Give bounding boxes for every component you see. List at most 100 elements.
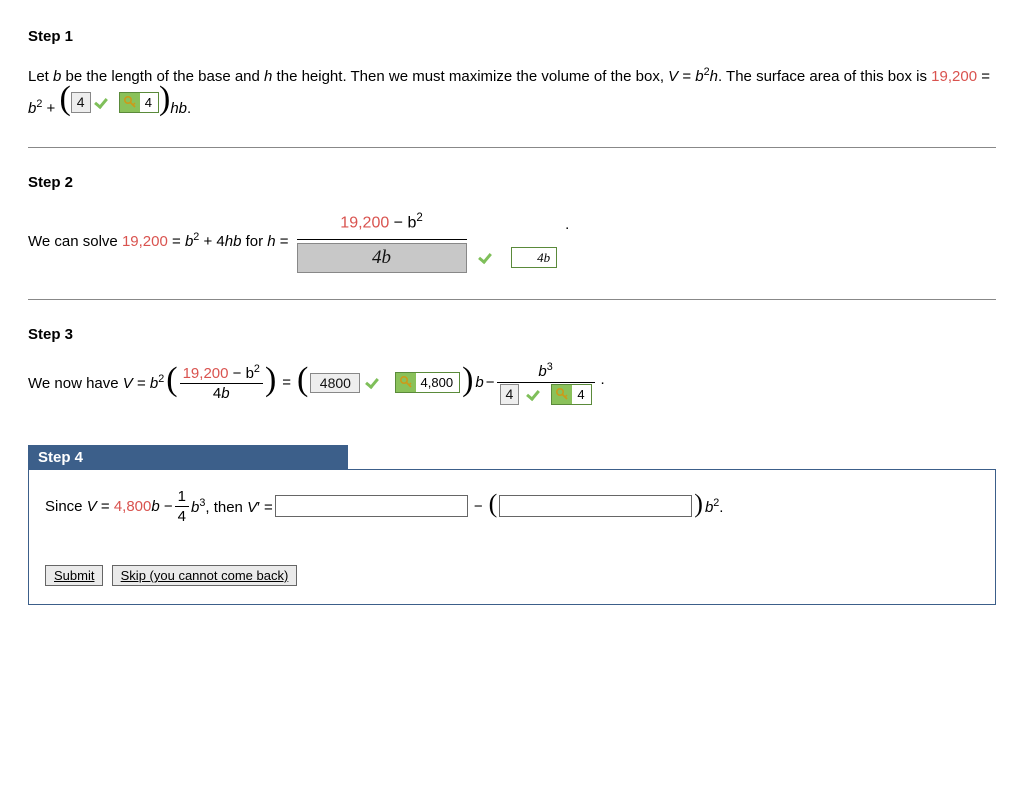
skip-button[interactable]: Skip (you cannot come back) — [112, 565, 298, 586]
s3-text: We now have — [28, 375, 123, 392]
s3-num-exp: 2 — [254, 363, 260, 375]
s3-frac2-den: 4 4 — [497, 382, 595, 405]
s1-eq2: = — [977, 68, 990, 85]
s3-key-2-val: 4 — [572, 385, 590, 404]
s2-numerator: 19,200 − b2 — [297, 209, 467, 241]
s3-dot: . — [601, 367, 605, 393]
s2-eq: = — [168, 233, 185, 250]
s2-eq2: = — [276, 233, 289, 250]
open-paren-icon: ( — [297, 368, 308, 392]
s4-minus: − — [160, 498, 173, 515]
open-paren-icon: ( — [489, 495, 498, 513]
check-icon — [526, 387, 544, 402]
s4-val: 4,800 — [114, 498, 152, 515]
check-icon — [365, 375, 383, 390]
s1-V: V — [668, 68, 678, 85]
step-4-title-bar: Step 4 — [28, 445, 348, 470]
s1-h2: h — [710, 68, 718, 85]
s4-frac-num: 1 — [175, 488, 189, 506]
s3-key-1-val: 4,800 — [416, 373, 460, 392]
s4-input-1[interactable] — [275, 495, 468, 517]
step-1: Step 1 Let b be the length of the base a… — [28, 28, 996, 121]
s3-sup2: 2 — [158, 373, 164, 385]
submit-button[interactable]: Submit — [45, 565, 103, 586]
s4-b: b — [151, 498, 159, 515]
step-1-title: Step 1 — [28, 28, 996, 45]
s2-key[interactable]: 4b — [511, 247, 557, 268]
check-icon — [94, 95, 112, 110]
s3-eq: = — [133, 375, 150, 392]
s4-mid-minus: − — [474, 498, 483, 515]
s2-text: We can solve — [28, 233, 122, 250]
close-paren-icon: ) — [159, 87, 170, 111]
s1-key-1-val: 4 — [140, 93, 158, 112]
open-paren-icon: ( — [166, 368, 177, 392]
s3-b: b — [150, 375, 158, 392]
s1-input-1[interactable]: 4 — [71, 92, 91, 113]
s3-frac1-num: 19,200 − b2 — [180, 363, 263, 383]
s3-f2-exp: 3 — [547, 361, 553, 373]
check-icon — [478, 250, 496, 265]
s3-eq2: = — [282, 370, 291, 396]
s2-dot: . — [565, 212, 569, 238]
step-1-content: Let b be the length of the base and h th… — [28, 63, 996, 121]
s1-sa-value: 19,200 — [931, 68, 977, 85]
s2-h: h — [267, 233, 275, 250]
s2-sa-value: 19,200 — [122, 233, 168, 250]
s1-eq: = — [678, 68, 695, 85]
s3-key-2[interactable]: 4 — [551, 384, 591, 405]
s2-key-val: 4b — [532, 248, 556, 267]
s2-fraction: 19,200 − b2 4b — [297, 209, 467, 274]
s1-plus: + — [42, 99, 59, 116]
s1-text: Let — [28, 68, 53, 85]
s1-text: . The surface area of this box is — [718, 68, 931, 85]
s3-input-2[interactable]: 4 — [500, 384, 520, 405]
step-4-actions: Submit Skip (you cannot come back) — [45, 565, 979, 586]
s2-num-b: − b — [389, 214, 416, 231]
s3-den-val: 4b — [213, 385, 230, 402]
s4-dot: . — [719, 499, 723, 516]
s3-fraction-1: 19,200 − b2 4b — [180, 363, 263, 403]
s4-fraction: 1 4 — [175, 488, 189, 526]
s3-num-a: 19,200 — [183, 365, 229, 382]
s1-dot: . — [187, 99, 191, 116]
s4-eq: = — [97, 498, 114, 515]
step-2-title: Step 2 — [28, 174, 996, 191]
s4-input-2[interactable] — [499, 495, 692, 517]
step-2-content: We can solve 19,200 = b2 + 4hb for h = 1… — [28, 209, 996, 274]
s1-hb: hb — [170, 99, 187, 116]
s4-V: V — [87, 498, 97, 515]
step-4-content: Since V = 4,800b − 1 4 b3, then V′ = − (… — [45, 488, 979, 526]
key-icon — [512, 248, 532, 267]
s3-num-b: − b — [228, 365, 253, 382]
s2-denominator-input[interactable]: 4b — [297, 243, 467, 273]
s3-fraction-2: b3 4 4 — [497, 361, 595, 404]
s2-for: for — [241, 233, 267, 250]
s3-key-1[interactable]: 4,800 — [395, 372, 461, 393]
step-3: Step 3 We now have V = b2 ( 19,200 − b2 … — [28, 326, 996, 404]
s4-Vp: V — [247, 499, 257, 516]
s2-hb: hb — [225, 233, 242, 250]
step-4-box: Since V = 4,800b − 1 4 b3, then V′ = − (… — [28, 469, 996, 606]
s3-f2-b: b — [538, 363, 546, 380]
s3-V: V — [123, 375, 133, 392]
divider — [28, 299, 996, 300]
step-2: Step 2 We can solve 19,200 = b2 + 4hb fo… — [28, 174, 996, 274]
close-paren-icon: ) — [694, 495, 703, 513]
s2-num-a: 19,200 — [340, 214, 389, 231]
key-icon — [552, 385, 572, 404]
s4-since: Since — [45, 498, 87, 515]
s3-b-mid: b — [475, 370, 483, 396]
s1-key-1[interactable]: 4 — [119, 92, 159, 113]
s3-frac2-num: b3 — [497, 361, 595, 381]
s4-then: , then — [205, 499, 247, 516]
step-3-content: We now have V = b2 ( 19,200 − b2 4b ) = … — [28, 361, 996, 404]
open-paren-icon: ( — [59, 87, 70, 111]
key-icon — [396, 373, 416, 392]
s3-frac1-den: 4b — [180, 383, 263, 402]
close-paren-icon: ) — [462, 368, 473, 392]
s3-input-1[interactable]: 4800 — [310, 373, 360, 394]
s3-minus: − — [486, 370, 495, 396]
step-3-title: Step 3 — [28, 326, 996, 343]
s2-num-exp: 2 — [416, 212, 422, 224]
